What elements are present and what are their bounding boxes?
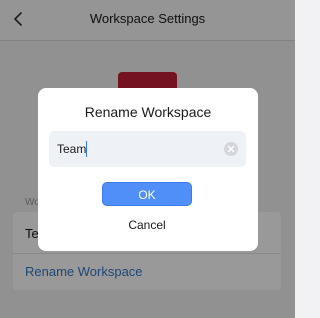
dialog-title: Rename Workspace: [84, 104, 212, 120]
clear-circle-icon: [224, 142, 238, 156]
text-cursor: [86, 141, 87, 157]
ok-button[interactable]: OK: [102, 182, 192, 206]
clear-input-button[interactable]: [224, 142, 238, 156]
rename-dialog: Rename Workspace OK Cancel: [38, 88, 258, 251]
cancel-button[interactable]: Cancel: [102, 215, 192, 235]
workspace-name-field: [49, 131, 246, 167]
workspace-name-input[interactable]: [57, 131, 207, 167]
